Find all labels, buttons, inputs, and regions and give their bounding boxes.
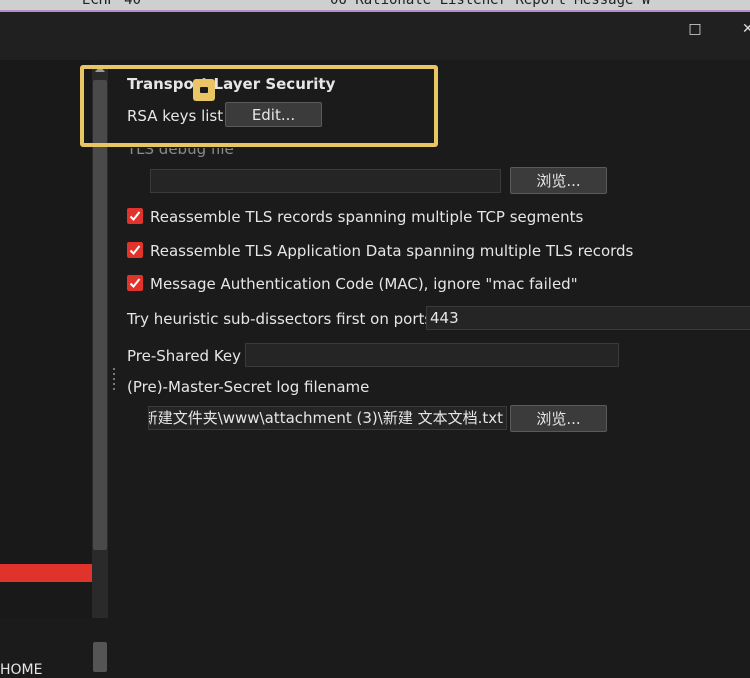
scrollbar-thumb[interactable]	[93, 80, 107, 550]
scrollbar-lower-thumb[interactable]	[93, 642, 107, 672]
heuristic-ports-label: Try heuristic sub-dissectors first on po…	[127, 310, 433, 328]
debug-browse-button[interactable]: 浏览...	[510, 167, 607, 194]
heuristic-ports-field[interactable]: 443	[426, 306, 750, 330]
checkbox-ignore-mac-label: Message Authentication Code (MAC), ignor…	[150, 275, 578, 293]
checkbox-reassemble-tcp[interactable]	[127, 208, 143, 224]
checkbox-reassemble-tcp-label: Reassemble TLS records spanning multiple…	[150, 208, 584, 226]
background-text-right: 06 Rationale Listener Report Message W	[330, 0, 651, 8]
close-icon[interactable]: ✕	[742, 22, 750, 36]
master-browse-button[interactable]: 浏览...	[510, 405, 607, 432]
protocol-tree-pane[interactable]: HOME	[0, 60, 92, 678]
checkbox-reassemble-appdata-label: Reassemble TLS Application Data spanning…	[150, 242, 634, 260]
background-text-left: ECHP 40	[82, 0, 142, 8]
vertical-scrollbar[interactable]	[92, 66, 108, 672]
checkbox-reassemble-appdata[interactable]	[127, 242, 143, 258]
highlight-handle-icon	[193, 79, 215, 101]
master-secret-field[interactable]: 新建文件夹\www\attachment (3)\新建 文本文档.txt	[148, 406, 507, 430]
debug-file-field[interactable]	[150, 169, 501, 193]
psk-field[interactable]	[245, 343, 619, 367]
background-window-strip: ECHP 40 06 Rationale Listener Report Mes…	[0, 0, 750, 12]
tree-item-home[interactable]: HOME	[0, 662, 42, 678]
selected-tree-item[interactable]	[0, 564, 92, 582]
dialog-titlebar: □ ✕	[0, 12, 750, 60]
psk-label: Pre-Shared Key	[127, 347, 242, 365]
maximize-icon[interactable]: □	[688, 22, 702, 36]
checkbox-ignore-mac[interactable]	[127, 275, 143, 291]
master-secret-value: 新建文件夹\www\attachment (3)\新建 文本文档.txt	[148, 409, 503, 427]
master-secret-label: (Pre)-Master-Secret log filename	[127, 378, 370, 396]
highlight-box	[80, 65, 438, 147]
